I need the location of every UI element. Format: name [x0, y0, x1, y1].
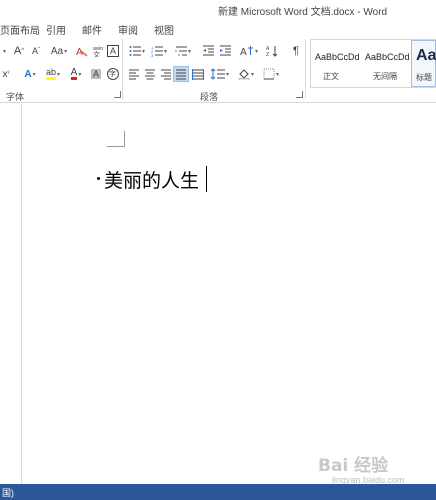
increase-indent-icon [219, 45, 231, 56]
justify-button[interactable] [173, 66, 189, 82]
ribbon-tabs: 页面布局 引用 邮件 审阅 视图 [0, 19, 436, 37]
chinese-layout-button[interactable]: A ▾ [238, 43, 260, 59]
pilcrow-icon: ¶ [293, 45, 299, 57]
svg-text:文: 文 [93, 50, 100, 57]
title-bar: 新建 Microsoft Word 文档.docx - Word [0, 0, 436, 18]
character-border-button[interactable]: A [106, 43, 120, 59]
character-shading-label: A [90, 69, 101, 79]
change-case-button[interactable]: Aa ▾ [47, 43, 71, 59]
chinese-layout-icon: A [240, 46, 253, 57]
numbering-button[interactable]: 1 2 3 ▾ [149, 43, 169, 59]
style-normal[interactable]: AaBbCcDd 正文 [311, 40, 361, 87]
navigation-strip [0, 104, 22, 484]
tab-page-layout[interactable]: 页面布局 [0, 22, 40, 37]
shrink-font-button[interactable]: Aˇ [28, 43, 44, 59]
font-color-button[interactable]: A ▾ [66, 66, 86, 82]
enclose-characters-button[interactable]: 字 [105, 66, 120, 82]
phonetic-guide-icon[interactable]: wén 文 [90, 43, 104, 59]
text-cursor [206, 166, 207, 192]
borders-button[interactable]: ▾ [261, 66, 281, 82]
distributed-button[interactable] [190, 66, 205, 82]
svg-text:3: 3 [151, 53, 154, 57]
superscript-button[interactable]: x² [0, 66, 12, 82]
clear-formatting-icon[interactable]: A [75, 43, 89, 59]
line-spacing-button[interactable]: ▾ [210, 66, 230, 82]
grow-font-label: A [13, 45, 22, 57]
paragraph-group-label: 段落 [200, 92, 219, 102]
align-right-button[interactable] [158, 66, 173, 82]
numbering-icon: 123 [151, 45, 163, 57]
align-left-icon [128, 69, 139, 80]
document-text[interactable]: 美丽的人生 [104, 166, 199, 193]
paragraph-bullet-icon [97, 177, 100, 180]
paint-bucket-icon [238, 69, 250, 80]
tab-view[interactable]: 视图 [154, 22, 174, 37]
sort-icon: AZ [266, 46, 278, 57]
enclose-characters-label: 字 [106, 68, 119, 80]
margin-corner-mark [107, 131, 125, 147]
style-heading[interactable]: Aa 标题 [411, 40, 436, 87]
font-group-label: 字体 [6, 92, 25, 102]
increase-indent-button[interactable] [217, 43, 232, 59]
status-language[interactable]: 国) [2, 486, 14, 499]
line-spacing-icon [210, 68, 225, 80]
text-effects-button[interactable]: A ▾ [20, 66, 40, 82]
grow-font-button[interactable]: A ^ [11, 43, 27, 59]
style-name: 无间隔 [373, 72, 397, 81]
window-title: 新建 Microsoft Word 文档.docx - Word [218, 7, 388, 18]
group-separator [122, 39, 123, 99]
multilevel-list-icon [175, 46, 187, 56]
style-sample: Aa [416, 47, 436, 64]
status-bar: 国) [0, 484, 436, 500]
group-separator [305, 39, 306, 99]
decrease-indent-button[interactable] [200, 43, 215, 59]
tab-mailings[interactable]: 邮件 [82, 22, 102, 37]
bullets-icon [129, 46, 141, 56]
decrease-indent-icon [202, 45, 214, 56]
show-marks-button[interactable]: ¶ [290, 43, 302, 59]
character-shading-button[interactable]: A [89, 66, 103, 82]
svg-text:Z: Z [266, 52, 269, 57]
style-sample: AaBbCcDd [365, 52, 410, 62]
align-right-icon [160, 69, 171, 80]
change-case-label: Aa [50, 45, 64, 57]
document-area: 美丽的人生 [0, 104, 436, 484]
paragraph-dialog-launcher-icon[interactable] [296, 91, 303, 98]
bullets-button[interactable]: ▾ [127, 43, 147, 59]
highlight-color-button[interactable]: ab ▾ [42, 66, 64, 82]
style-no-spacing[interactable]: AaBbCcDd 无间隔 [361, 40, 411, 87]
text-effects-label: A [24, 68, 32, 80]
align-center-icon [144, 69, 155, 80]
svg-text:A: A [240, 47, 247, 57]
font-color-label: A [70, 67, 78, 80]
font-dialog-launcher-icon[interactable] [114, 91, 121, 98]
tab-review[interactable]: 审阅 [118, 22, 138, 37]
shading-button[interactable]: ▾ [236, 66, 256, 82]
multilevel-list-button[interactable]: ▾ [173, 43, 193, 59]
font-size-dropdown-icon[interactable]: ▾ [0, 43, 8, 59]
character-border-label: A [106, 45, 119, 57]
justify-icon [176, 69, 186, 80]
styles-gallery: AaBbCcDd 正文 AaBbCcDd 无间隔 Aa 标题 [310, 39, 436, 88]
highlight-label: ab [45, 68, 56, 80]
align-left-button[interactable] [126, 66, 141, 82]
document-page[interactable]: 美丽的人生 [22, 104, 436, 484]
watermark-logo: Bai 经验 [318, 456, 389, 476]
distributed-icon [191, 69, 204, 80]
tab-references[interactable]: 引用 [46, 22, 66, 37]
borders-icon [263, 68, 275, 80]
style-sample: AaBbCcDd [315, 52, 360, 62]
sort-button[interactable]: AZ [265, 43, 279, 59]
align-center-button[interactable] [142, 66, 157, 82]
style-name: 正文 [323, 72, 339, 81]
style-name: 标题 [416, 73, 432, 82]
